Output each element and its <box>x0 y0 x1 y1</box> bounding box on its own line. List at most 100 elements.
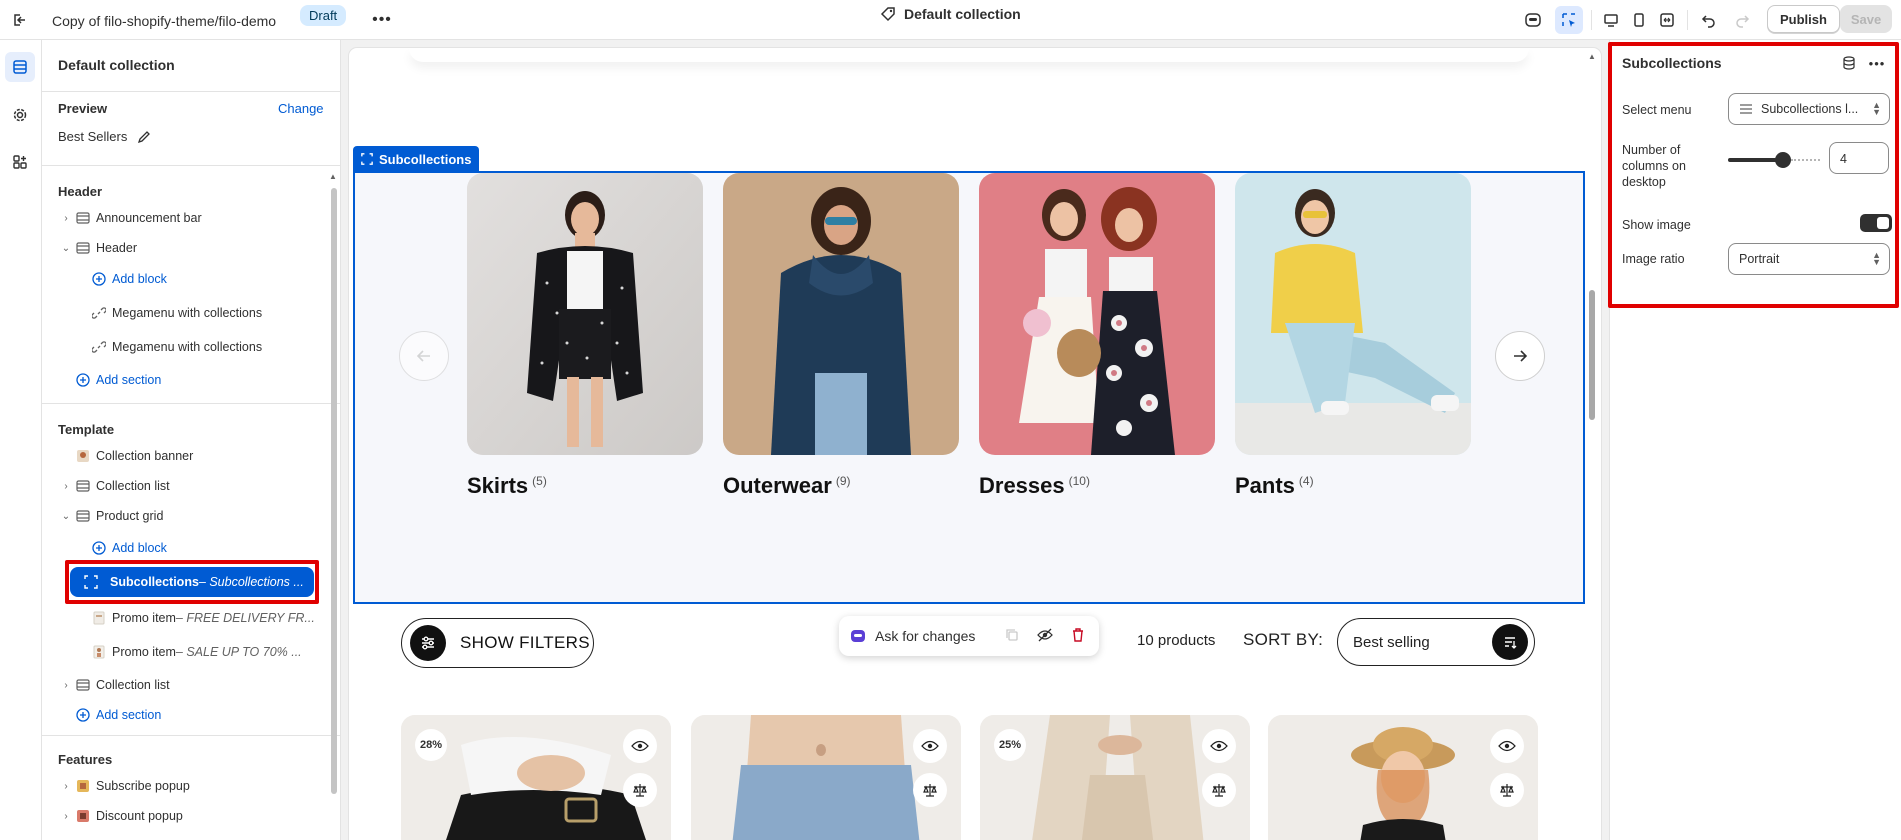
tree-item-promo-sale[interactable]: Promo item – SALE UP TO 70% ... <box>90 639 302 665</box>
chevron-down-icon[interactable]: ⌄ <box>58 240 74 256</box>
hide-eye-icon[interactable] <box>1037 628 1054 645</box>
preview-label: Preview <box>58 101 108 116</box>
add-block-link[interactable]: Add block <box>90 535 167 561</box>
show-filters-button[interactable]: SHOW FILTERS <box>401 618 594 668</box>
add-section-link[interactable]: Add section <box>74 367 161 393</box>
carousel-next-button[interactable] <box>1495 331 1545 381</box>
tree-item-collection-banner[interactable]: Collection banner <box>58 443 193 469</box>
product-card[interactable]: 25% <box>980 715 1250 840</box>
tree-item-product-grid[interactable]: ⌄ Product grid <box>58 503 164 529</box>
quick-view-eye-icon[interactable] <box>1202 729 1236 763</box>
redo-icon[interactable] <box>1728 6 1756 34</box>
tree-item-label: Subscribe popup <box>96 779 190 793</box>
compare-scale-icon[interactable] <box>1490 773 1524 807</box>
subcollection-title[interactable]: Skirts (5) <box>467 473 547 499</box>
subcollection-title[interactable]: Dresses (10) <box>979 473 1090 499</box>
tree-item-label: Megamenu with collections <box>112 340 263 354</box>
add-block-link[interactable]: Add block <box>90 266 167 292</box>
subcollection-image[interactable] <box>1235 173 1471 455</box>
subcollection-count: (10) <box>1068 474 1090 488</box>
section-icon <box>74 478 92 494</box>
inspector-icon[interactable] <box>1555 6 1583 34</box>
filters-icon <box>410 625 446 661</box>
subcollection-title[interactable]: Pants (4) <box>1235 473 1314 499</box>
product-card[interactable] <box>691 715 961 840</box>
product-card[interactable]: 28% <box>401 715 671 840</box>
plus-circle-icon <box>90 271 108 287</box>
undo-icon[interactable] <box>1695 6 1723 34</box>
chevron-right-icon[interactable]: › <box>58 478 74 494</box>
subcollection-name: Outerwear <box>723 473 832 498</box>
compare-scale-icon[interactable] <box>623 773 657 807</box>
section-icon <box>74 210 92 226</box>
chevron-right-icon[interactable]: › <box>58 778 74 794</box>
top-bar: Copy of filo-shopify-theme/filo-demo Dra… <box>0 0 1901 40</box>
chevron-right-icon[interactable]: › <box>58 808 74 824</box>
sidekick-icon[interactable] <box>1519 6 1547 34</box>
carousel-prev-button[interactable] <box>399 331 449 381</box>
scroll-up-arrow-icon[interactable]: ▲ <box>329 172 337 181</box>
delete-trash-icon[interactable] <box>1071 627 1085 645</box>
chevron-down-icon[interactable]: ⌄ <box>58 508 74 524</box>
duplicate-icon[interactable] <box>1005 628 1019 645</box>
subcollections-section[interactable]: Skirts (5) Outerwear (9) Dresses (10) Pa… <box>353 171 1585 604</box>
ask-for-changes-button[interactable]: Ask for changes <box>875 628 975 644</box>
section-label-tag[interactable]: Subcollections <box>353 146 480 172</box>
pencil-icon[interactable] <box>137 130 151 144</box>
exit-icon[interactable] <box>8 9 30 31</box>
preview-scrollbar[interactable] <box>1589 290 1595 420</box>
tree-item-announcement-bar[interactable]: › Announcement bar <box>58 205 201 231</box>
more-actions-button[interactable]: ••• <box>370 8 394 32</box>
tree-item-collection-list[interactable]: › Collection list <box>58 473 169 499</box>
product-card[interactable] <box>1268 715 1538 840</box>
desktop-view-icon[interactable] <box>1597 6 1625 34</box>
tree-item-label: Header <box>96 241 137 255</box>
tree-item-megamenu[interactable]: Megamenu with collections <box>90 300 262 326</box>
full-width-view-icon[interactable] <box>1653 6 1681 34</box>
add-section-link[interactable]: Add section <box>74 702 161 728</box>
template-selector[interactable]: Default collection <box>880 6 1021 22</box>
product-count: 10 products <box>1137 632 1216 649</box>
tree-item-collection-list[interactable]: › Collection list <box>58 672 169 698</box>
tree-item-promo-delivery[interactable]: Promo item – FREE DELIVERY FR... <box>90 605 315 631</box>
compare-scale-icon[interactable] <box>913 773 947 807</box>
storefront-preview: Subcollections Skirts (5) Outerwear (9) … <box>349 48 1601 840</box>
discount-popup-icon <box>74 808 92 824</box>
tree-item-megamenu[interactable]: Megamenu with collections <box>90 334 262 360</box>
sort-icon <box>1492 624 1528 660</box>
settings-gear-icon[interactable] <box>5 100 35 130</box>
quick-view-eye-icon[interactable] <box>623 729 657 763</box>
tag-icon <box>880 7 895 22</box>
section-icon <box>74 677 92 693</box>
preview-collection-name: Best Sellers <box>58 129 128 144</box>
mobile-view-icon[interactable] <box>1625 6 1653 34</box>
subcollection-name: Pants <box>1235 473 1295 498</box>
sections-icon[interactable] <box>5 52 35 82</box>
compare-scale-icon[interactable] <box>1202 773 1236 807</box>
scroll-up-arrow-icon[interactable]: ▲ <box>1588 52 1596 61</box>
chevron-right-icon[interactable]: › <box>58 677 74 693</box>
sidebar-scrollbar[interactable] <box>331 188 337 794</box>
publish-button[interactable]: Publish <box>1767 5 1840 33</box>
subcollection-name: Dresses <box>979 473 1065 498</box>
discount-badge: 25% <box>994 729 1026 761</box>
divider <box>1591 10 1592 30</box>
subcollection-count: (5) <box>532 474 547 488</box>
tree-item-header[interactable]: ⌄ Header <box>58 235 137 261</box>
sort-by-select[interactable]: Best selling <box>1337 618 1535 666</box>
sidekick-icon <box>851 630 865 642</box>
quick-view-eye-icon[interactable] <box>913 729 947 763</box>
quick-view-eye-icon[interactable] <box>1490 729 1524 763</box>
chevron-right-icon[interactable]: › <box>58 210 74 226</box>
apps-icon[interactable] <box>5 147 35 177</box>
tree-item-subscribe-popup[interactable]: › Subscribe popup <box>58 773 190 799</box>
change-preview-link[interactable]: Change <box>278 101 324 116</box>
tree-item-discount-popup[interactable]: › Discount popup <box>58 803 183 829</box>
tree-item-label: Promo item <box>112 645 176 659</box>
subcollection-image[interactable] <box>467 173 703 455</box>
save-button[interactable]: Save <box>1840 5 1892 33</box>
subcollection-image[interactable] <box>979 173 1215 455</box>
subcollection-image[interactable] <box>723 173 959 455</box>
subcollection-title[interactable]: Outerwear (9) <box>723 473 851 499</box>
tree-item-label: Promo item <box>112 611 176 625</box>
